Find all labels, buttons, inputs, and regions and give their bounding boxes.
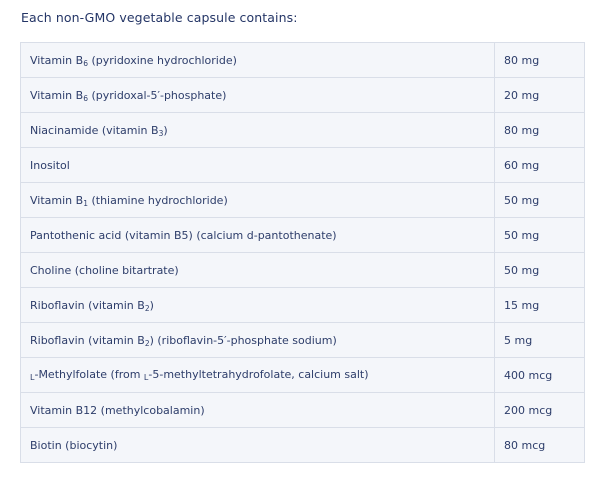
ingredient-amount: 80 mcg	[494, 427, 585, 463]
ingredient-name: Riboflavin (vitamin B2) (riboflavin-5′-p…	[20, 322, 495, 358]
table-row: Riboflavin (vitamin B2) 15 mg	[20, 287, 585, 323]
table-row: Choline (choline bitartrate) 50 mg	[20, 252, 585, 288]
ingredient-name: Vitamin B6 (pyridoxine hydrochloride)	[20, 42, 495, 78]
ingredient-name: Inositol	[20, 147, 495, 183]
table-row: Inositol 60 mg	[20, 147, 585, 183]
table-row: Riboflavin (vitamin B2) (riboflavin-5′-p…	[20, 322, 585, 358]
table-row: Biotin (biocytin) 80 mcg	[20, 427, 585, 463]
ingredient-amount: 400 mcg	[494, 357, 585, 393]
ingredient-amount: 80 mg	[494, 112, 585, 148]
ingredient-amount: 200 mcg	[494, 392, 585, 428]
ingredients-table: Vitamin B6 (pyridoxine hydrochloride) 80…	[20, 42, 585, 463]
ingredient-amount: 15 mg	[494, 287, 585, 323]
ingredient-name: L-Methylfolate (from L-5-methyltetrahydr…	[20, 357, 495, 393]
table-row: Vitamin B6 (pyridoxine hydrochloride) 80…	[20, 42, 585, 78]
table-row: Vitamin B6 (pyridoxal-5′-phosphate) 20 m…	[20, 77, 585, 113]
table-row: Vitamin B1 (thiamine hydrochloride) 50 m…	[20, 182, 585, 218]
ingredient-amount: 50 mg	[494, 252, 585, 288]
ingredient-amount: 50 mg	[494, 217, 585, 253]
ingredient-name: Vitamin B1 (thiamine hydrochloride)	[20, 182, 495, 218]
ingredient-amount: 5 mg	[494, 322, 585, 358]
table-row: Pantothenic acid (vitamin B5) (calcium d…	[20, 217, 585, 253]
ingredient-name: Vitamin B12 (methylcobalamin)	[20, 392, 495, 428]
ingredient-amount: 20 mg	[494, 77, 585, 113]
ingredient-name: Niacinamide (vitamin B3)	[20, 112, 495, 148]
ingredient-amount: 60 mg	[494, 147, 585, 183]
ingredient-name: Vitamin B6 (pyridoxal-5′-phosphate)	[20, 77, 495, 113]
ingredient-amount: 50 mg	[494, 182, 585, 218]
section-heading: Each non-GMO vegetable capsule contains:	[21, 10, 298, 25]
table-row: L-Methylfolate (from L-5-methyltetrahydr…	[20, 357, 585, 393]
ingredient-amount: 80 mg	[494, 42, 585, 78]
table-row: Vitamin B12 (methylcobalamin) 200 mcg	[20, 392, 585, 428]
ingredient-name: Biotin (biocytin)	[20, 427, 495, 463]
ingredient-name: Choline (choline bitartrate)	[20, 252, 495, 288]
ingredient-name: Pantothenic acid (vitamin B5) (calcium d…	[20, 217, 495, 253]
table-row: Niacinamide (vitamin B3) 80 mg	[20, 112, 585, 148]
ingredient-name: Riboflavin (vitamin B2)	[20, 287, 495, 323]
